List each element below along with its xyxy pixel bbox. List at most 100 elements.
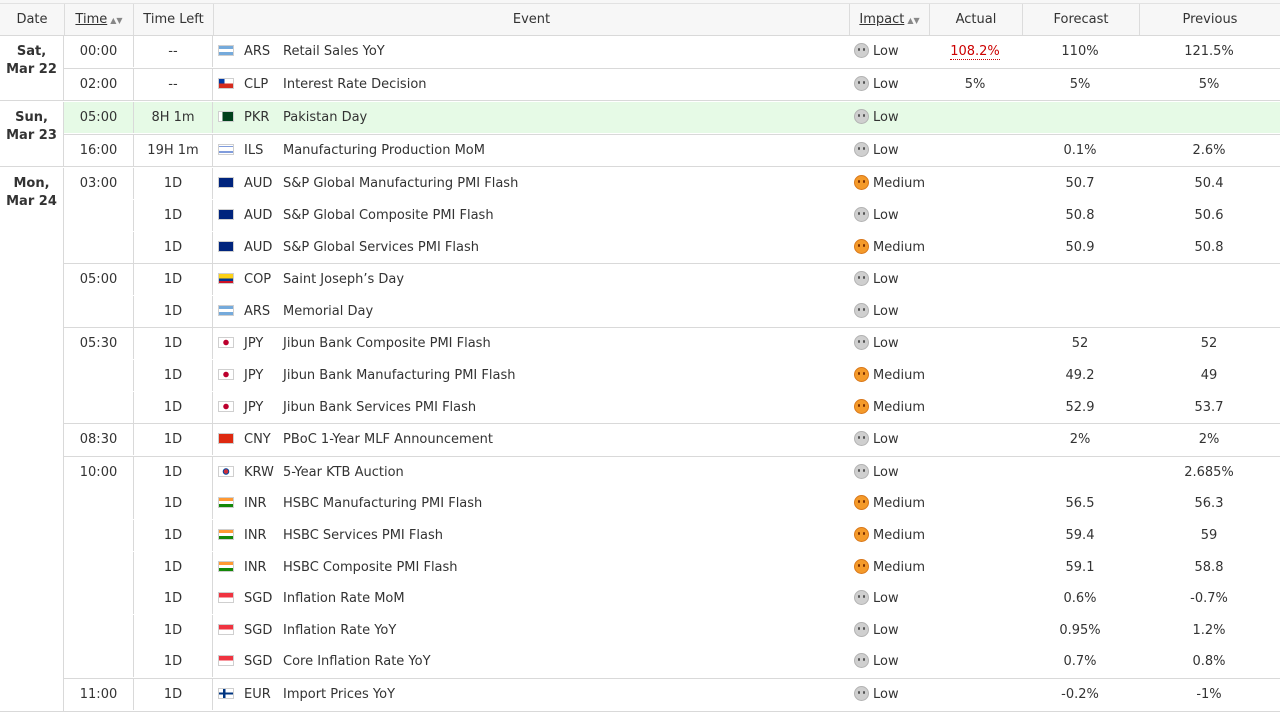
- country-flag-cell: [218, 135, 234, 166]
- previous-value: [1159, 264, 1259, 295]
- event-row[interactable]: 1D INR HSBC Services PMI Flash Medium 59.4 59: [64, 519, 1280, 551]
- impact-label: Medium: [873, 176, 925, 192]
- event-name-link[interactable]: HSBC Composite PMI Flash: [283, 552, 843, 583]
- time-left: 19H 1m: [133, 134, 213, 166]
- event-row[interactable]: 08:30 1D CNY PBoC 1-Year MLF Announcement Lo…: [64, 424, 1280, 456]
- event-name-link[interactable]: S&P Global Services PMI Flash: [283, 232, 843, 263]
- impact-label: Low: [873, 272, 899, 288]
- event-name-link[interactable]: Saint Joseph’s Day: [283, 264, 843, 295]
- event-row[interactable]: 11:00 1D EUR Import Prices YoY Low -0.2% -1%: [64, 678, 1280, 710]
- actual-value: 5%: [964, 76, 986, 92]
- column-date-label: Date: [16, 12, 48, 27]
- event-row[interactable]: 1D INR HSBC Manufacturing PMI Flash Medium 5…: [64, 488, 1280, 520]
- event-name-link[interactable]: Inflation Rate YoY: [283, 615, 843, 646]
- event-name-link[interactable]: Jibun Bank Composite PMI Flash: [283, 328, 843, 359]
- previous-value: 49: [1200, 367, 1218, 383]
- country-flag-cell: [218, 328, 234, 359]
- event-row[interactable]: 03:00 1D AUD S&P Global Manufacturing PMI F…: [64, 168, 1280, 200]
- event-row[interactable]: 1D ARS Memorial Day Low: [64, 295, 1280, 327]
- time-left: --: [133, 36, 213, 67]
- time-left: 1D: [133, 678, 213, 710]
- forecast-value: 50.7: [1065, 176, 1095, 192]
- event-row[interactable]: 1D JPY Jibun Bank Manufacturing PMI Flash M…: [64, 359, 1280, 391]
- currency-code: PKR: [244, 110, 270, 126]
- time-left: 1D: [133, 199, 213, 231]
- previous-value: 0.8%: [1192, 654, 1226, 670]
- event-name-link[interactable]: HSBC Services PMI Flash: [283, 520, 843, 551]
- impact-label: Medium: [873, 399, 925, 415]
- forecast-value: 0.1%: [1063, 142, 1097, 158]
- event-name-link[interactable]: Jibun Bank Services PMI Flash: [283, 392, 843, 423]
- flag-singapore-icon: [218, 623, 234, 635]
- column-header-impact[interactable]: Impact ▲▼: [850, 4, 930, 35]
- event-row[interactable]: 1D AUD S&P Global Services PMI Flash Medium…: [64, 231, 1280, 263]
- event-name-link[interactable]: S&P Global Composite PMI Flash: [283, 200, 843, 231]
- event-row[interactable]: 05:00 1D COP Saint Joseph’s Day Low: [64, 264, 1280, 296]
- country-flag-cell: [218, 679, 234, 710]
- impact-medium-icon: [854, 558, 869, 574]
- time-group: 16:00 19H 1m ILS Manufacturing Production M…: [64, 134, 1280, 168]
- event-row[interactable]: 02:00 -- CLP Interest Rate Decision Low 5% 5% 5…: [64, 68, 1280, 100]
- event-name-link[interactable]: Interest Rate Decision: [283, 69, 843, 100]
- event-name-link[interactable]: Pakistan Day: [283, 102, 843, 133]
- event-row[interactable]: 05:00 8H 1m PKR Pakistan Day Low: [64, 102, 1280, 134]
- event-row[interactable]: 00:00 -- ARS Retail Sales YoY Low 108.2% 110% 1…: [64, 36, 1280, 67]
- event-name-link[interactable]: PBoC 1-Year MLF Announcement: [283, 424, 843, 455]
- country-flag-cell: [218, 646, 234, 677]
- time-left: 1D: [133, 264, 213, 296]
- currency-code: AUD: [244, 239, 273, 255]
- forecast-value: [1030, 264, 1130, 295]
- actual-value-cell: 108.2%: [930, 36, 1020, 67]
- time-group: 11:00 1D EUR Import Prices YoY Low -0.2% -1%: [64, 678, 1280, 712]
- time-left: 1D: [133, 295, 213, 327]
- previous-value: 50.4: [1194, 176, 1224, 192]
- event-name-link[interactable]: Memorial Day: [283, 296, 843, 327]
- forecast-value: 59.1: [1065, 559, 1095, 575]
- actual-value-cell: [930, 200, 1020, 231]
- event-name-link[interactable]: Manufacturing Production MoM: [283, 135, 843, 166]
- sort-arrows-icon[interactable]: ▲▼: [907, 16, 919, 25]
- flag-finland-icon: [218, 687, 234, 699]
- date-weekday: Sat,: [16, 44, 47, 59]
- event-name-link[interactable]: Inflation Rate MoM: [283, 583, 843, 614]
- event-row[interactable]: 1D AUD S&P Global Composite PMI Flash Low 50…: [64, 199, 1280, 231]
- flag-australia-icon: [218, 177, 234, 189]
- currency-code: JPY: [244, 336, 264, 352]
- forecast-value: 56.5: [1065, 496, 1095, 512]
- event-name-link[interactable]: Retail Sales YoY: [283, 36, 843, 67]
- event-name-link[interactable]: HSBC Manufacturing PMI Flash: [283, 488, 843, 519]
- event-row[interactable]: 05:30 1D JPY Jibun Bank Composite PMI Flash…: [64, 328, 1280, 360]
- impact-medium-icon: [854, 398, 869, 414]
- sort-by-time-link[interactable]: Time: [75, 12, 107, 27]
- event-row[interactable]: 16:00 19H 1m ILS Manufacturing Production M…: [64, 134, 1280, 166]
- event-row[interactable]: 1D INR HSBC Composite PMI Flash Medium 59.1 5…: [64, 551, 1280, 583]
- impact-medium-icon: [854, 366, 869, 382]
- event-name-link[interactable]: S&P Global Manufacturing PMI Flash: [283, 168, 843, 199]
- event-name-link[interactable]: Jibun Bank Manufacturing PMI Flash: [283, 360, 843, 391]
- time-left: 1D: [133, 646, 213, 678]
- currency-code: SGD: [244, 591, 273, 607]
- sort-arrows-icon[interactable]: ▲▼: [110, 16, 122, 25]
- flag-india-icon: [218, 528, 234, 540]
- event-row[interactable]: 1D SGD Inflation Rate YoY Low 0.95% 1.2%: [64, 614, 1280, 646]
- event-row[interactable]: 1D SGD Core Inflation Rate YoY Low 0.7% 0.8%: [64, 646, 1280, 678]
- event-row[interactable]: 1D JPY Jibun Bank Services PMI Flash Medium…: [64, 391, 1280, 423]
- event-row[interactable]: 10:00 1D KRW 5-Year KTB Auction Low 2.685%: [64, 456, 1280, 488]
- event-name-link[interactable]: 5-Year KTB Auction: [283, 457, 843, 488]
- forecast-value: 52.9: [1065, 399, 1095, 415]
- forecast-value: 0.7%: [1063, 654, 1097, 670]
- event-name-link[interactable]: Import Prices YoY: [283, 679, 843, 710]
- event-row[interactable]: 1D SGD Inflation Rate MoM Low 0.6% -0.7%: [64, 583, 1280, 615]
- forecast-value: 59.4: [1065, 527, 1095, 543]
- currency-code: INR: [244, 559, 267, 575]
- sort-by-impact-link[interactable]: Impact: [859, 12, 904, 27]
- time-left: 1D: [133, 551, 213, 583]
- flag-india-icon: [218, 560, 234, 572]
- country-flag-cell: [218, 392, 234, 423]
- column-header-time[interactable]: Time ▲▼: [65, 4, 134, 35]
- event-name-link[interactable]: Core Inflation Rate YoY: [283, 646, 843, 677]
- impact-low-icon: [854, 75, 869, 91]
- impact-medium-icon: [854, 175, 869, 191]
- impact-low-icon: [854, 463, 869, 479]
- time-left: 1D: [133, 519, 213, 551]
